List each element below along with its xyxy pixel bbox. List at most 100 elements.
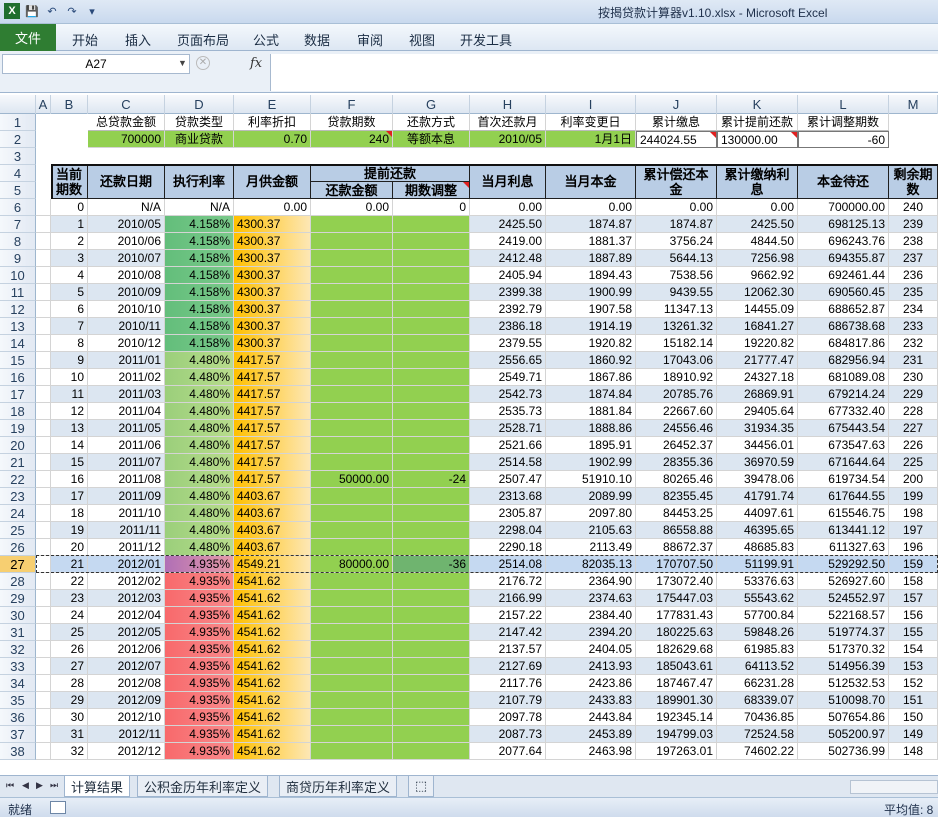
cell-period[interactable]: 30 (51, 709, 88, 726)
cell-prepay-amount[interactable] (311, 284, 393, 301)
cell-principal[interactable]: 1902.99 (546, 454, 636, 471)
cell-cum-principal[interactable]: 189901.30 (636, 692, 717, 709)
cell-cum-principal[interactable]: 180225.63 (636, 624, 717, 641)
cell-payment[interactable]: 4403.67 (234, 488, 311, 505)
cell-date[interactable]: 2010/09 (88, 284, 165, 301)
cell-interest[interactable]: 2379.55 (470, 335, 546, 352)
cell-date[interactable]: 2010/12 (88, 335, 165, 352)
cell-principal[interactable]: 2364.90 (546, 573, 636, 590)
cell-cum-interest[interactable]: 51199.91 (717, 556, 798, 573)
row-header[interactable]: 31 (0, 624, 36, 641)
cell-rate[interactable]: 4.935% (165, 624, 234, 641)
cell-blank[interactable] (36, 335, 51, 352)
row-header[interactable]: 8 (0, 233, 36, 250)
cell-date[interactable]: 2012/02 (88, 573, 165, 590)
cell-principal[interactable]: 1860.92 (546, 352, 636, 369)
cell-period-adjust[interactable] (393, 437, 470, 454)
formula-cancel-icon[interactable]: ✕ (196, 56, 210, 70)
cell-balance[interactable]: 615546.75 (798, 505, 889, 522)
cell-prepay-amount[interactable] (311, 641, 393, 658)
cell-interest[interactable]: 2117.76 (470, 675, 546, 692)
cell-principal[interactable]: 2113.49 (546, 539, 636, 556)
column-header-a[interactable]: A (36, 95, 51, 114)
cell-prepay-amount[interactable] (311, 420, 393, 437)
cell-cum-principal[interactable]: 20785.76 (636, 386, 717, 403)
cell-principal[interactable]: 1881.37 (546, 233, 636, 250)
cell-cum-principal[interactable]: 173072.40 (636, 573, 717, 590)
cell-date[interactable]: 2012/05 (88, 624, 165, 641)
cell-rate[interactable]: 4.935% (165, 641, 234, 658)
cell-blank[interactable] (36, 454, 51, 471)
cell-cum-principal[interactable]: 88672.37 (636, 539, 717, 556)
cell-period[interactable]: 3 (51, 250, 88, 267)
row-header[interactable]: 26 (0, 539, 36, 556)
row-header[interactable]: 30 (0, 607, 36, 624)
cell-date[interactable]: 2012/01 (88, 556, 165, 573)
cell-principal[interactable]: 2394.20 (546, 624, 636, 641)
cell-date[interactable]: 2012/06 (88, 641, 165, 658)
cell-cum-principal[interactable]: 18910.92 (636, 369, 717, 386)
cell-prepay-amount[interactable] (311, 539, 393, 556)
cell-period[interactable]: 15 (51, 454, 88, 471)
cell-interest[interactable]: 2399.38 (470, 284, 546, 301)
cell-balance[interactable]: 671644.64 (798, 454, 889, 471)
cell-interest[interactable]: 2147.42 (470, 624, 546, 641)
cell-payment[interactable]: 4541.62 (234, 658, 311, 675)
cell-prepay-amount[interactable] (311, 250, 393, 267)
cell-period-adjust[interactable] (393, 607, 470, 624)
cell-period-adjust[interactable] (393, 301, 470, 318)
cell-blank[interactable] (36, 369, 51, 386)
cell-blank[interactable] (36, 624, 51, 641)
spreadsheet-grid[interactable]: ABCDEFGHIJKLM 1 2 3 4 5 6 7 8 9 10 11 12 13 14 15 16 17 1… (0, 95, 938, 775)
cell-remaining[interactable]: 157 (889, 590, 938, 607)
cell-period-adjust[interactable] (393, 709, 470, 726)
cell-cum-interest[interactable]: 29405.64 (717, 403, 798, 420)
cell-blank[interactable] (36, 199, 51, 216)
cell-payment[interactable]: 4300.37 (234, 335, 311, 352)
cell-date[interactable]: 2011/02 (88, 369, 165, 386)
cell-cum-interest[interactable]: 41791.74 (717, 488, 798, 505)
cell-remaining[interactable]: 197 (889, 522, 938, 539)
cell-payment[interactable]: 4417.57 (234, 471, 311, 488)
cell-principal[interactable]: 1867.86 (546, 369, 636, 386)
cell-blank[interactable] (36, 352, 51, 369)
cell-rate[interactable]: 4.480% (165, 369, 234, 386)
cell-blank[interactable] (36, 420, 51, 437)
cell-period-adjust[interactable] (393, 352, 470, 369)
horizontal-scrollbar[interactable] (850, 780, 938, 794)
cell-blank[interactable] (36, 539, 51, 556)
cell-period-adjust[interactable] (393, 624, 470, 641)
cell-balance[interactable]: 617644.55 (798, 488, 889, 505)
cell-principal[interactable]: 1907.58 (546, 301, 636, 318)
cell-date[interactable]: 2011/06 (88, 437, 165, 454)
cell-balance[interactable]: 690560.45 (798, 284, 889, 301)
cell-principal[interactable]: 1888.86 (546, 420, 636, 437)
cell-rate[interactable]: 4.935% (165, 709, 234, 726)
cell-cum-interest[interactable]: 7256.98 (717, 250, 798, 267)
cell-payment[interactable]: 4417.57 (234, 369, 311, 386)
cell-rate[interactable]: 4.935% (165, 658, 234, 675)
cell-rate[interactable]: 4.480% (165, 437, 234, 454)
tab-insert[interactable]: 插入 (125, 30, 151, 49)
cell-balance[interactable]: 619734.54 (798, 471, 889, 488)
cell-cum-interest[interactable]: 2425.50 (717, 216, 798, 233)
cell-cum-interest[interactable]: 57700.84 (717, 607, 798, 624)
cell-cum-interest[interactable]: 12062.30 (717, 284, 798, 301)
cell-period-adjust[interactable] (393, 488, 470, 505)
cell-date[interactable]: 2012/03 (88, 590, 165, 607)
row-header[interactable]: 32 (0, 641, 36, 658)
cell-period-adjust[interactable] (393, 420, 470, 437)
cell-remaining[interactable]: 150 (889, 709, 938, 726)
cell-payment[interactable]: 4300.37 (234, 284, 311, 301)
cell-remaining[interactable]: 196 (889, 539, 938, 556)
cell-rate[interactable]: 4.480% (165, 386, 234, 403)
cell-cum-interest[interactable]: 24327.18 (717, 369, 798, 386)
cell-prepay-amount[interactable] (311, 301, 393, 318)
excel-logo-icon[interactable]: X (4, 3, 20, 19)
cell-blank[interactable] (36, 488, 51, 505)
cell-remaining[interactable]: 149 (889, 726, 938, 743)
cell-rate[interactable]: 4.935% (165, 607, 234, 624)
cell-prepay-amount[interactable] (311, 709, 393, 726)
cell-payment[interactable]: 4300.37 (234, 318, 311, 335)
cell-prepay-amount[interactable] (311, 726, 393, 743)
